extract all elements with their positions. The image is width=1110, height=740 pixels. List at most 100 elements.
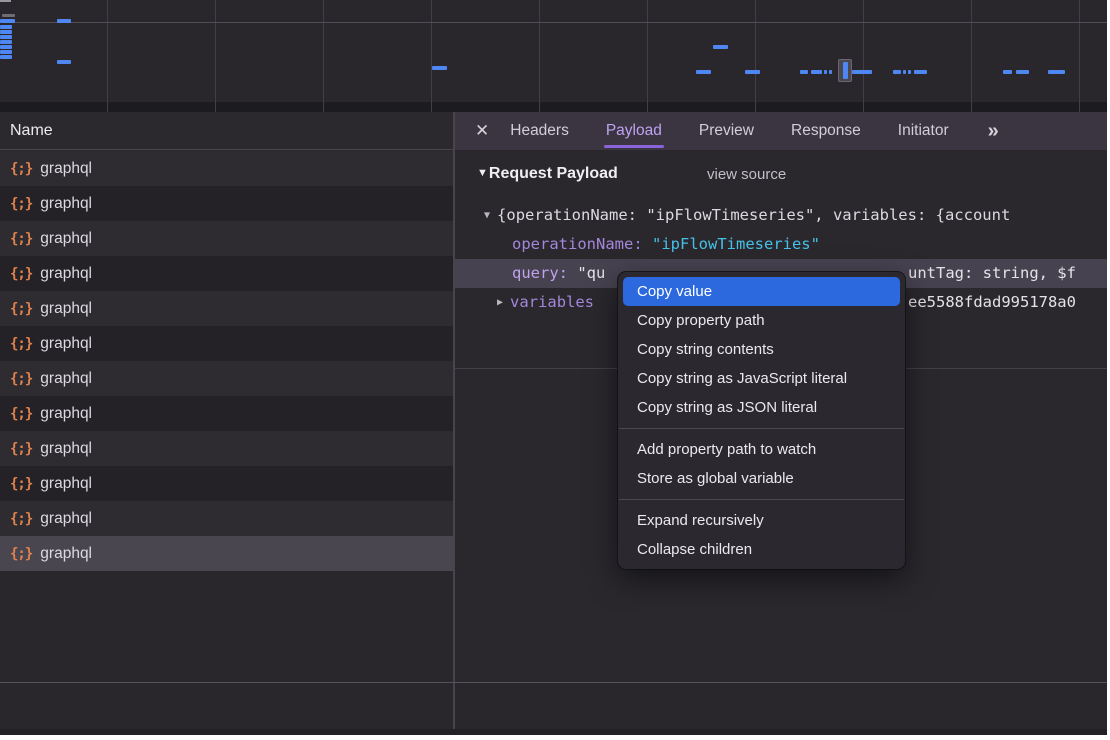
request-bar[interactable] — [843, 62, 848, 79]
menu-item-store-as-global-variable[interactable]: Store as global variable — [618, 464, 905, 493]
request-bar[interactable] — [1003, 70, 1012, 74]
request-name: graphql — [40, 475, 92, 493]
collapse-triangle-icon[interactable]: ▼ — [477, 167, 488, 179]
json-braces-icon: {;} — [10, 546, 32, 562]
footer-divider — [0, 682, 1107, 683]
request-name: graphql — [40, 265, 92, 283]
menu-item-collapse-children[interactable]: Collapse children — [618, 535, 905, 564]
menu-item-add-property-path-to-watch[interactable]: Add property path to watch — [618, 435, 905, 464]
json-braces-icon: {;} — [10, 441, 32, 457]
request-bar[interactable] — [0, 19, 15, 23]
json-braces-icon: {;} — [10, 266, 32, 282]
property-value-right-fragment: untTag: string, $f — [908, 259, 1076, 288]
request-bar[interactable] — [745, 70, 760, 74]
request-bar[interactable] — [57, 19, 71, 23]
expanded-triangle-icon[interactable]: ▼ — [484, 210, 490, 221]
request-name: graphql — [40, 195, 92, 213]
request-bar[interactable] — [800, 70, 808, 74]
property-key: variables — [510, 293, 594, 311]
tab-payload[interactable]: Payload — [606, 112, 662, 150]
request-bar[interactable] — [829, 70, 832, 74]
request-bar[interactable] — [1048, 70, 1065, 74]
request-bar[interactable] — [0, 30, 12, 34]
request-bar[interactable] — [432, 66, 447, 70]
menu-item-copy-string-contents[interactable]: Copy string contents — [618, 335, 905, 364]
overview-lane-divider — [0, 22, 1107, 23]
request-name: graphql — [40, 160, 92, 178]
request-row[interactable]: {;}graphql — [0, 186, 453, 221]
request-bar[interactable] — [0, 45, 12, 49]
json-braces-icon: {;} — [10, 336, 32, 352]
request-bar[interactable] — [903, 70, 906, 74]
request-row[interactable]: {;} graphql — [0, 501, 453, 536]
request-row[interactable]: {;} graphql — [0, 326, 453, 361]
close-icon[interactable]: ✕ — [475, 121, 489, 141]
menu-item-copy-property-path[interactable]: Copy property path — [618, 306, 905, 335]
json-braces-icon: {;} — [10, 511, 32, 527]
request-list: {;} graphql {;} graphql {;} graphql {;} graphql… — [0, 151, 453, 571]
operation-name-row[interactable]: operationName: "ipFlowTimeseries" — [455, 230, 1107, 259]
request-bar[interactable] — [893, 70, 901, 74]
request-bar[interactable] — [0, 50, 12, 54]
name-column-header[interactable]: Name — [0, 112, 453, 150]
json-braces-icon: {;} — [10, 301, 32, 317]
section-title: Request Payload — [489, 165, 618, 182]
collapsed-triangle-icon[interactable]: ▶ — [497, 297, 503, 308]
request-name: graphql — [40, 300, 92, 318]
name-column-label: Name — [10, 122, 53, 139]
request-bar[interactable] — [0, 40, 12, 44]
request-bar[interactable] — [696, 70, 711, 74]
request-bar[interactable] — [713, 45, 728, 49]
menu-item-copy-value[interactable]: Copy value — [623, 277, 900, 306]
request-row[interactable]: {;} graphql — [0, 291, 453, 326]
request-bar[interactable] — [824, 70, 827, 74]
request-name: graphql — [40, 335, 92, 353]
request-row[interactable]: {;} graphql — [0, 221, 453, 256]
tab-preview[interactable]: Preview — [699, 112, 754, 150]
request-bar[interactable] — [2, 14, 15, 17]
menu-item-copy-string-as-json-literal[interactable]: Copy string as JSON literal — [618, 393, 905, 422]
view-source-toggle[interactable]: view source — [707, 166, 786, 183]
overview-gridlines — [0, 0, 1107, 112]
request-name: graphql — [40, 440, 92, 458]
request-bar[interactable] — [811, 70, 822, 74]
request-name: graphql — [40, 545, 92, 563]
property-value-right-fragment: ee5588fdad995178a0 — [908, 288, 1076, 317]
request-row[interactable]: {;}graphql — [0, 361, 453, 396]
overview-scale-tick — [0, 0, 11, 2]
devtools-network-panel: Name {;}graphql{;}graphql{;}graphql{;}gr… — [0, 0, 1110, 740]
request-bar[interactable] — [57, 60, 71, 64]
property-key: query: — [512, 264, 568, 282]
object-preview-row[interactable]: ▼{operationName: "ipFlowTimeseries", var… — [455, 201, 1107, 230]
request-name: graphql — [40, 230, 92, 248]
request-bar[interactable] — [914, 70, 927, 74]
json-braces-icon: {;} — [10, 476, 32, 492]
property-value-left-fragment: "qu — [577, 264, 605, 282]
more-tabs-icon[interactable]: » — [988, 120, 997, 143]
tab-initiator[interactable]: Initiator — [898, 112, 949, 150]
request-row[interactable]: {;}graphql — [0, 396, 453, 431]
network-overview-timeline[interactable] — [0, 0, 1107, 112]
request-bar[interactable] — [0, 35, 12, 39]
request-bar[interactable] — [852, 70, 872, 74]
request-row[interactable]: {;} graphql — [0, 256, 453, 291]
request-bar[interactable] — [1016, 70, 1029, 74]
request-row[interactable]: {;} graphql — [0, 536, 453, 571]
json-braces-icon: {;} — [10, 161, 32, 177]
menu-separator — [619, 428, 904, 429]
request-name: graphql — [40, 510, 92, 528]
request-row[interactable]: {;} graphql — [0, 466, 453, 501]
request-name: graphql — [40, 405, 92, 423]
request-bar[interactable] — [908, 70, 911, 74]
json-braces-icon: {;} — [10, 371, 32, 387]
request-row[interactable]: {;} graphql — [0, 431, 453, 466]
menu-item-expand-recursively[interactable]: Expand recursively — [618, 506, 905, 535]
request-bar[interactable] — [0, 55, 12, 59]
tab-headers[interactable]: Headers — [510, 112, 569, 150]
json-braces-icon: {;} — [10, 231, 32, 247]
tab-response[interactable]: Response — [791, 112, 861, 150]
menu-item-copy-string-as-javascript-literal[interactable]: Copy string as JavaScript literal — [618, 364, 905, 393]
request-bar[interactable] — [0, 25, 12, 29]
request-payload-section-header[interactable]: ▼Request Payload — [477, 165, 618, 183]
request-row[interactable]: {;} graphql — [0, 151, 453, 186]
